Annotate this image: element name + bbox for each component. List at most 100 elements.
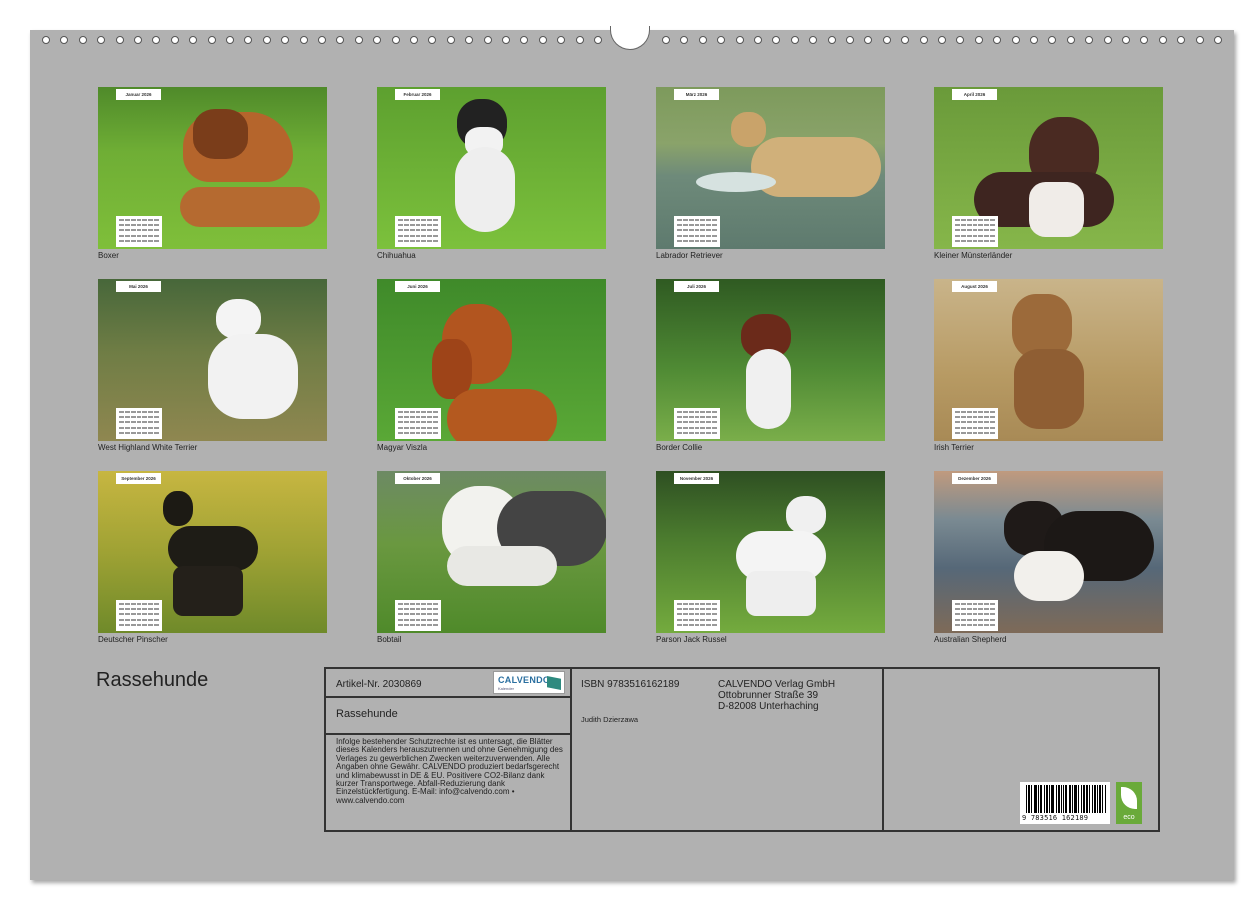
day-cell	[119, 426, 124, 429]
day-cell	[984, 416, 990, 419]
day-cell	[700, 426, 706, 429]
day-cell	[398, 618, 403, 621]
day-cell	[421, 224, 427, 227]
dog-shape	[208, 334, 298, 419]
day-cell	[712, 603, 717, 605]
day-cell	[694, 411, 700, 413]
binding-hole	[78, 36, 87, 44]
mini-calendar-grid	[116, 600, 162, 631]
day-cell	[700, 224, 706, 227]
day-cell	[154, 421, 159, 424]
day-cell	[688, 603, 694, 605]
day-cell	[136, 224, 142, 227]
dog-shape	[173, 566, 243, 616]
barcode-bar	[1058, 785, 1059, 813]
day-cell	[688, 426, 694, 429]
binding-hole	[410, 36, 418, 44]
day-cell	[688, 608, 694, 611]
day-cell	[403, 416, 409, 419]
binding-hole	[97, 36, 106, 44]
day-cell	[403, 229, 409, 232]
month-tile: Juni 2026 Magyar Viszla	[377, 279, 606, 453]
day-cell	[688, 613, 694, 616]
day-cell	[682, 421, 688, 424]
month-label: August 2026	[952, 281, 997, 292]
day-cell	[972, 431, 978, 434]
day-cell	[955, 426, 960, 429]
day-cell	[706, 426, 712, 429]
publisher-name: CALVENDO Verlag GmbH	[718, 679, 836, 690]
day-cell	[688, 219, 694, 221]
day-cell	[148, 219, 154, 221]
binding-hole	[772, 36, 781, 44]
month-label: September 2026	[116, 473, 161, 484]
binding-hole	[557, 36, 566, 44]
barcode-bar	[1041, 785, 1042, 813]
binding-hole	[115, 36, 124, 44]
day-cell	[712, 229, 717, 232]
day-cell	[955, 219, 960, 221]
day-cell	[433, 239, 438, 242]
day-cell	[398, 426, 403, 429]
binding-hole	[446, 36, 455, 44]
barcode-bar	[1083, 785, 1084, 813]
day-cell	[433, 421, 438, 424]
day-cell	[148, 239, 154, 242]
binding-hole	[226, 36, 234, 44]
mini-calendar-grid	[395, 216, 441, 247]
day-cell	[694, 618, 700, 621]
day-cell	[712, 416, 717, 419]
day-cell	[972, 426, 978, 429]
day-cell	[682, 426, 688, 429]
day-cell	[688, 411, 694, 413]
day-cell	[990, 416, 995, 419]
westie-dog-photo: Mai 2026	[98, 279, 327, 441]
month-label: Februar 2026	[395, 89, 440, 100]
day-cell	[433, 608, 438, 611]
logo-text: CALVENDO	[498, 675, 551, 685]
barcode-bar	[1095, 785, 1096, 813]
barcode-bar	[1035, 785, 1036, 813]
day-cell	[409, 239, 415, 242]
binding-hole	[1158, 36, 1167, 44]
day-cell	[990, 224, 995, 227]
day-cell	[148, 224, 154, 227]
month-label: Dezember 2026	[952, 473, 997, 484]
day-cell	[119, 234, 124, 237]
day-cell	[409, 224, 415, 227]
breed-caption: Parson Jack Russel	[656, 635, 727, 644]
day-cell	[398, 623, 403, 626]
publisher-street: Ottobrunner Straße 39	[718, 690, 819, 701]
binding-hole	[1066, 36, 1075, 44]
binding-hole	[594, 36, 602, 44]
day-cell	[712, 618, 717, 621]
day-cell	[990, 239, 995, 242]
day-cell	[148, 623, 154, 626]
barcode-bar	[1031, 785, 1032, 813]
binding-hole	[901, 36, 910, 44]
day-cell	[136, 416, 142, 419]
barcode-bar	[1056, 785, 1057, 813]
dog-shape	[455, 147, 515, 232]
day-cell	[677, 613, 682, 616]
binding-hole	[170, 36, 179, 44]
day-cell	[398, 239, 403, 242]
day-cell	[427, 224, 433, 227]
day-cell	[130, 411, 136, 413]
day-cell	[403, 426, 409, 429]
day-cell	[409, 613, 415, 616]
dog-shape	[1029, 182, 1084, 237]
breed-caption: Australian Shepherd	[934, 635, 1007, 644]
day-cell	[427, 421, 433, 424]
day-cell	[984, 618, 990, 621]
day-cell	[136, 613, 142, 616]
day-cell	[433, 618, 438, 621]
binding-hole	[1195, 36, 1204, 44]
day-cell	[136, 608, 142, 611]
day-cell	[966, 426, 972, 429]
day-cell	[142, 234, 148, 237]
day-cell	[955, 229, 960, 232]
barcode-bar	[1049, 785, 1050, 813]
day-cell	[409, 431, 415, 434]
day-cell	[124, 426, 130, 429]
